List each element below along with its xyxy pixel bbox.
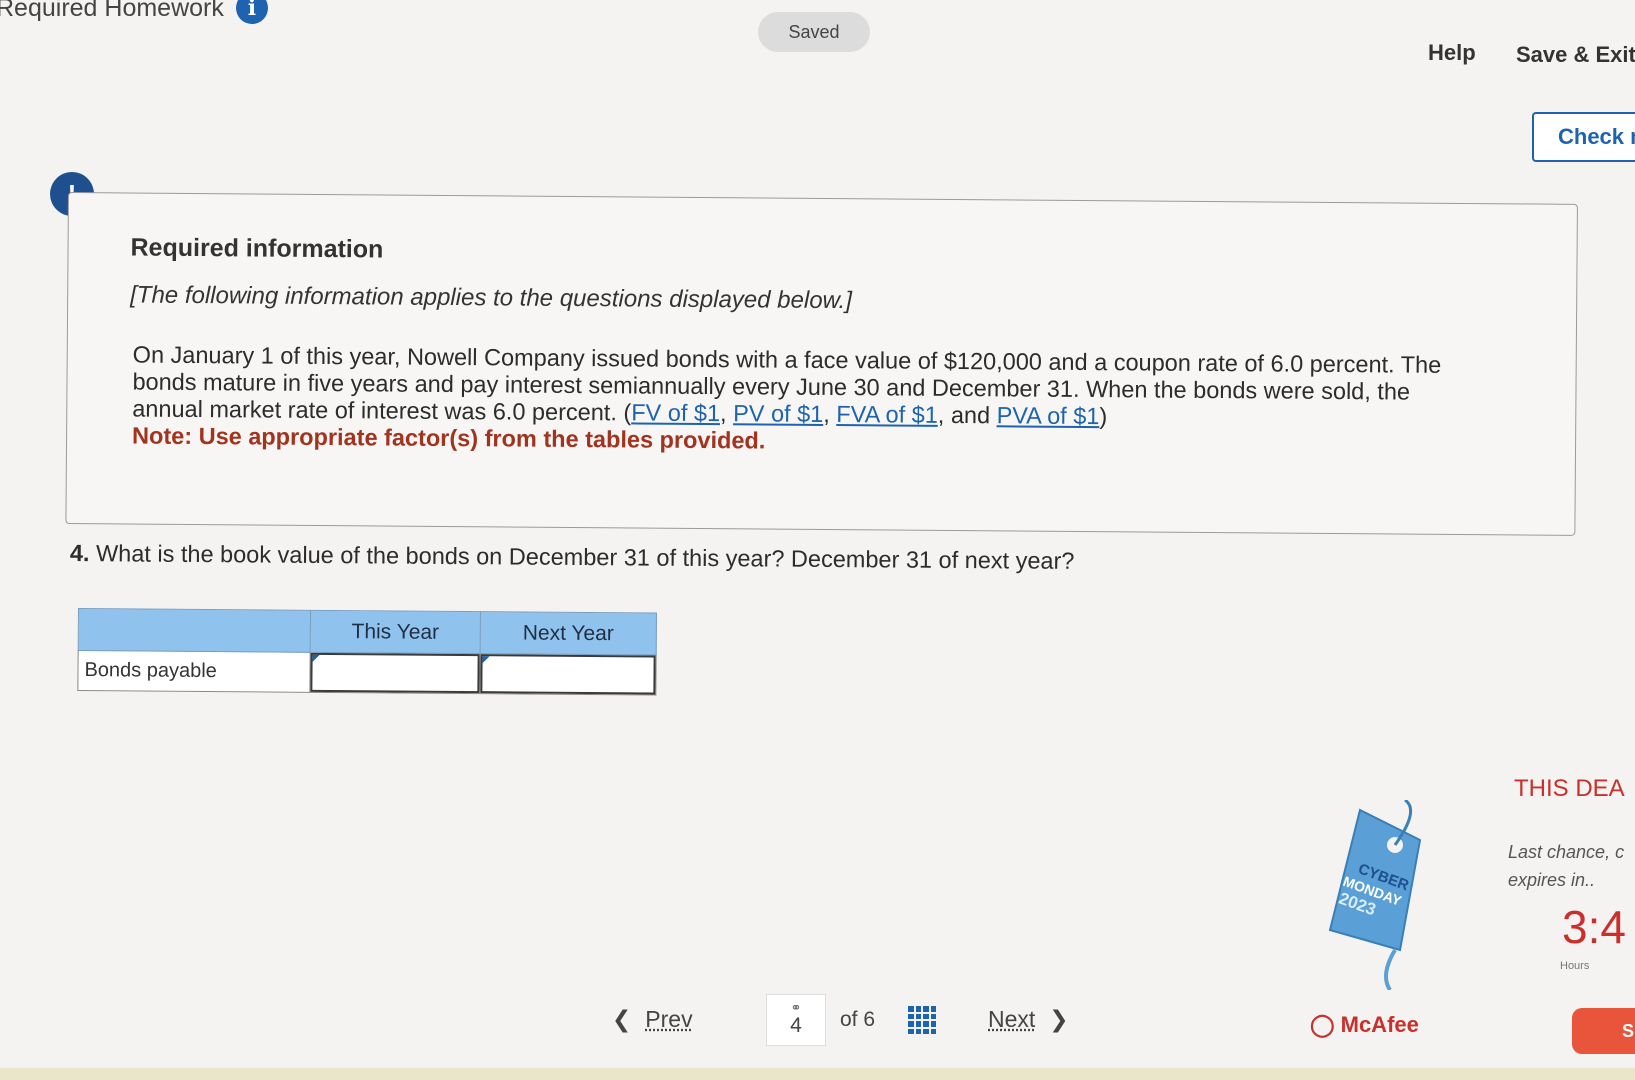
assignment-title-text: Required Homework xyxy=(0,0,224,22)
question-grid-icon[interactable] xyxy=(908,1006,936,1034)
question-number: 4. xyxy=(69,540,90,567)
fv-table-link[interactable]: FV of $1 xyxy=(631,399,720,426)
next-button[interactable]: Next ❯ xyxy=(988,1006,1069,1033)
table-header-this-year: This Year xyxy=(310,610,481,654)
deal-button[interactable]: S xyxy=(1572,1008,1635,1054)
page-total: of 6 xyxy=(840,1008,876,1031)
answer-table: This Year Next Year Bonds payable xyxy=(77,608,657,696)
chevron-left-icon: ❮ xyxy=(612,1006,632,1032)
next-year-input[interactable] xyxy=(480,654,656,695)
question-prompt: 4. What is the book value of the bonds o… xyxy=(70,540,1075,575)
prev-button[interactable]: ❮ Prev xyxy=(612,1006,693,1033)
countdown-timer: 3:4 xyxy=(1562,901,1626,953)
link-separator: , and xyxy=(937,401,997,429)
next-label: Next xyxy=(988,1006,1036,1032)
check-my-work-button[interactable]: Check m xyxy=(1532,112,1635,162)
mcafee-brand-text: McAfee xyxy=(1340,1012,1419,1037)
current-page-box[interactable]: ⚭ 4 xyxy=(766,994,826,1046)
info-heading: Required information xyxy=(130,233,384,264)
fva-table-link[interactable]: FVA of $1 xyxy=(836,401,938,428)
mcafee-shield-icon: ◯ xyxy=(1310,1012,1335,1037)
link-separator: , xyxy=(823,400,837,428)
save-exit-link[interactable]: Save & Exit xyxy=(1516,42,1635,68)
deal-text-line-1: Last chance, c xyxy=(1508,842,1625,862)
deal-text: Last chance, c expires in.. xyxy=(1508,838,1635,894)
current-page-number: 4 xyxy=(790,1014,802,1037)
assignment-title: Required Homework i xyxy=(0,0,268,24)
top-bar: Required Homework i Saved Help Save & Ex… xyxy=(0,0,1635,90)
table-header-next-year: Next Year xyxy=(480,611,657,656)
link-separator: , xyxy=(719,400,734,427)
timer-unit-label: Hours xyxy=(1560,960,1590,972)
pv-table-link[interactable]: PV of $1 xyxy=(733,400,823,427)
note-text: Note: Use appropriate factor(s) from the… xyxy=(131,422,766,454)
this-year-cell xyxy=(309,652,481,694)
deal-heading: THIS DEA xyxy=(1514,775,1625,802)
link-icon: ⚭ xyxy=(790,1000,802,1015)
info-body: On January 1 of this year, Nowell Compan… xyxy=(132,342,1473,461)
info-subtext: [The following information applies to th… xyxy=(130,281,853,315)
row-label-bonds-payable: Bonds payable xyxy=(77,650,311,693)
deal-text-line-2: expires in.. xyxy=(1508,870,1596,890)
pva-table-link[interactable]: PVA of $1 xyxy=(997,402,1100,429)
this-year-input[interactable] xyxy=(310,652,480,694)
info-icon[interactable]: i xyxy=(235,0,268,24)
required-info-panel: Required information [The following info… xyxy=(65,192,1578,536)
bottom-strip xyxy=(0,1068,1635,1080)
prev-label: Prev xyxy=(645,1006,693,1032)
cyber-monday-tag-icon[interactable]: CYBER MONDAY 2023 xyxy=(1310,800,1430,990)
chevron-right-icon: ❯ xyxy=(1049,1006,1069,1032)
table-header-blank xyxy=(78,608,311,653)
mcafee-brand[interactable]: ◯ McAfee xyxy=(1310,1012,1419,1038)
help-link[interactable]: Help xyxy=(1428,40,1476,66)
next-year-cell xyxy=(479,653,657,696)
save-status-badge: Saved xyxy=(758,12,870,52)
body-close-paren: ) xyxy=(1099,403,1108,430)
question-text: What is the book value of the bonds on D… xyxy=(95,540,1075,574)
table-row: Bonds payable xyxy=(77,650,657,696)
